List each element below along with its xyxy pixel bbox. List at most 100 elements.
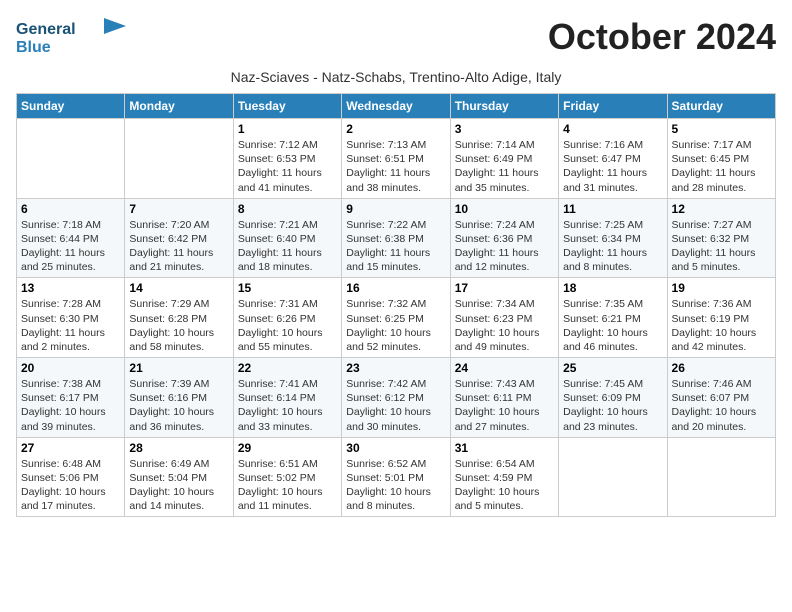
calendar-cell: 15Sunrise: 7:31 AMSunset: 6:26 PMDayligh… (233, 278, 341, 358)
day-detail: Sunrise: 6:48 AMSunset: 5:06 PMDaylight:… (21, 457, 120, 514)
calendar-cell: 14 Sunrise: 7:29 AMSunset: 6:28 PMDayligh… (125, 278, 233, 358)
day-detail: Sunrise: 6:52 AMSunset: 5:01 PMDaylight:… (346, 457, 445, 514)
logo: General Blue (16, 16, 126, 65)
day-detail: Sunrise: 7:32 AMSunset: 6:25 PMDaylight:… (346, 297, 445, 354)
calendar-cell: 31 Sunrise: 6:54 AMSunset: 4:59 PMDayligh… (450, 437, 558, 517)
day-number: 27 (21, 441, 120, 455)
day-detail: Sunrise: 7:18 AMSunset: 6:44 PMDaylight:… (21, 218, 120, 275)
day-detail: Sunrise: 7:13 AMSunset: 6:51 PMDaylight:… (346, 138, 445, 195)
day-of-week-header: Friday (559, 94, 667, 119)
day-detail: Sunrise: 7:16 AMSunset: 6:47 PMDaylight:… (563, 138, 662, 195)
day-detail: Sunrise: 7:24 AMSunset: 6:36 PMDaylight:… (455, 218, 554, 275)
day-number: 29 (238, 441, 337, 455)
day-detail: Sunrise: 7:39 AMSunset: 6:16 PMDaylight:… (129, 377, 228, 434)
calendar-cell: 17Sunrise: 7:34 AMSunset: 6:23 PMDayligh… (450, 278, 558, 358)
day-number: 4 (563, 122, 662, 136)
calendar-cell: 2 Sunrise: 7:13 AMSunset: 6:51 PMDaylight… (342, 119, 450, 199)
calendar-cell: 8 Sunrise: 7:21 AMSunset: 6:40 PMDaylight… (233, 198, 341, 278)
day-number: 28 (129, 441, 228, 455)
day-number: 20 (21, 361, 120, 375)
calendar-cell: 1 Sunrise: 7:12 AMSunset: 6:53 PMDaylight… (233, 119, 341, 199)
day-number: 18 (563, 281, 662, 295)
calendar-cell: 10 Sunrise: 7:24 AMSunset: 6:36 PMDayligh… (450, 198, 558, 278)
day-number: 19 (672, 281, 771, 295)
day-detail: Sunrise: 7:43 AMSunset: 6:11 PMDaylight:… (455, 377, 554, 434)
day-number: 5 (672, 122, 771, 136)
calendar-table: SundayMondayTuesdayWednesdayThursdayFrid… (16, 93, 776, 517)
day-number: 3 (455, 122, 554, 136)
day-of-week-header: Thursday (450, 94, 558, 119)
day-number: 17 (455, 281, 554, 295)
day-number: 31 (455, 441, 554, 455)
day-number: 30 (346, 441, 445, 455)
day-detail: Sunrise: 7:38 AMSunset: 6:17 PMDaylight:… (21, 377, 120, 434)
svg-text:Blue: Blue (16, 39, 51, 56)
day-number: 10 (455, 202, 554, 216)
day-detail: Sunrise: 7:35 AMSunset: 6:21 PMDaylight:… (563, 297, 662, 354)
day-detail: Sunrise: 7:28 AMSunset: 6:30 PMDaylight:… (21, 297, 120, 354)
day-detail: Sunrise: 7:14 AMSunset: 6:49 PMDaylight:… (455, 138, 554, 195)
day-number: 8 (238, 202, 337, 216)
day-detail: Sunrise: 7:12 AMSunset: 6:53 PMDaylight:… (238, 138, 337, 195)
calendar-cell: 27 Sunrise: 6:48 AMSunset: 5:06 PMDayligh… (17, 437, 125, 517)
day-detail: Sunrise: 6:49 AMSunset: 5:04 PMDaylight:… (129, 457, 228, 514)
day-of-week-header: Sunday (17, 94, 125, 119)
subtitle: Naz-Sciaves - Natz-Schabs, Trentino-Alto… (16, 69, 776, 85)
day-number: 25 (563, 361, 662, 375)
day-number: 2 (346, 122, 445, 136)
day-number: 12 (672, 202, 771, 216)
day-detail: Sunrise: 7:42 AMSunset: 6:12 PMDaylight:… (346, 377, 445, 434)
day-number: 24 (455, 361, 554, 375)
calendar-cell: 23 Sunrise: 7:42 AMSunset: 6:12 PMDayligh… (342, 358, 450, 438)
calendar-cell: 9 Sunrise: 7:22 AMSunset: 6:38 PMDaylight… (342, 198, 450, 278)
calendar-cell: 26Sunrise: 7:46 AMSunset: 6:07 PMDayligh… (667, 358, 775, 438)
day-number: 13 (21, 281, 120, 295)
calendar-cell: 18 Sunrise: 7:35 AMSunset: 6:21 PMDayligh… (559, 278, 667, 358)
calendar-cell: 5 Sunrise: 7:17 AMSunset: 6:45 PMDaylight… (667, 119, 775, 199)
calendar-cell: 28 Sunrise: 6:49 AMSunset: 5:04 PMDayligh… (125, 437, 233, 517)
day-detail: Sunrise: 6:54 AMSunset: 4:59 PMDaylight:… (455, 457, 554, 514)
day-detail: Sunrise: 7:45 AMSunset: 6:09 PMDaylight:… (563, 377, 662, 434)
day-of-week-header: Monday (125, 94, 233, 119)
header: General Blue October 2024 (16, 16, 776, 65)
day-number: 6 (21, 202, 120, 216)
calendar-cell (559, 437, 667, 517)
calendar-cell: 30 Sunrise: 6:52 AMSunset: 5:01 PMDayligh… (342, 437, 450, 517)
day-detail: Sunrise: 6:51 AMSunset: 5:02 PMDaylight:… (238, 457, 337, 514)
calendar-cell: 21 Sunrise: 7:39 AMSunset: 6:16 PMDayligh… (125, 358, 233, 438)
day-number: 16 (346, 281, 445, 295)
svg-text:General: General (16, 21, 76, 38)
calendar-cell: 13 Sunrise: 7:28 AMSunset: 6:30 PMDayligh… (17, 278, 125, 358)
calendar-cell: 19 Sunrise: 7:36 AMSunset: 6:19 PMDayligh… (667, 278, 775, 358)
day-number: 1 (238, 122, 337, 136)
day-number: 22 (238, 361, 337, 375)
day-number: 11 (563, 202, 662, 216)
calendar-cell (17, 119, 125, 199)
day-detail: Sunrise: 7:25 AMSunset: 6:34 PMDaylight:… (563, 218, 662, 275)
calendar-cell: 12 Sunrise: 7:27 AMSunset: 6:32 PMDayligh… (667, 198, 775, 278)
day-detail: Sunrise: 7:20 AMSunset: 6:42 PMDaylight:… (129, 218, 228, 275)
day-detail: Sunrise: 7:36 AMSunset: 6:19 PMDaylight:… (672, 297, 771, 354)
calendar-cell: 6 Sunrise: 7:18 AMSunset: 6:44 PMDaylight… (17, 198, 125, 278)
calendar-cell: 20 Sunrise: 7:38 AMSunset: 6:17 PMDayligh… (17, 358, 125, 438)
day-number: 26 (672, 361, 771, 375)
day-number: 23 (346, 361, 445, 375)
calendar-cell: 7Sunrise: 7:20 AMSunset: 6:42 PMDaylight… (125, 198, 233, 278)
calendar-cell: 16 Sunrise: 7:32 AMSunset: 6:25 PMDayligh… (342, 278, 450, 358)
day-detail: Sunrise: 7:41 AMSunset: 6:14 PMDaylight:… (238, 377, 337, 434)
day-detail: Sunrise: 7:21 AMSunset: 6:40 PMDaylight:… (238, 218, 337, 275)
day-detail: Sunrise: 7:29 AMSunset: 6:28 PMDaylight:… (129, 297, 228, 354)
day-number: 21 (129, 361, 228, 375)
calendar-cell (125, 119, 233, 199)
calendar-cell: 29 Sunrise: 6:51 AMSunset: 5:02 PMDayligh… (233, 437, 341, 517)
day-of-week-header: Saturday (667, 94, 775, 119)
calendar-cell: 22 Sunrise: 7:41 AMSunset: 6:14 PMDayligh… (233, 358, 341, 438)
day-number: 9 (346, 202, 445, 216)
day-detail: Sunrise: 7:27 AMSunset: 6:32 PMDaylight:… (672, 218, 771, 275)
calendar-cell: 11 Sunrise: 7:25 AMSunset: 6:34 PMDayligh… (559, 198, 667, 278)
day-number: 14 (129, 281, 228, 295)
day-detail: Sunrise: 7:22 AMSunset: 6:38 PMDaylight:… (346, 218, 445, 275)
day-detail: Sunrise: 7:17 AMSunset: 6:45 PMDaylight:… (672, 138, 771, 195)
day-number: 15 (238, 281, 337, 295)
calendar-cell: 3 Sunrise: 7:14 AMSunset: 6:49 PMDaylight… (450, 119, 558, 199)
